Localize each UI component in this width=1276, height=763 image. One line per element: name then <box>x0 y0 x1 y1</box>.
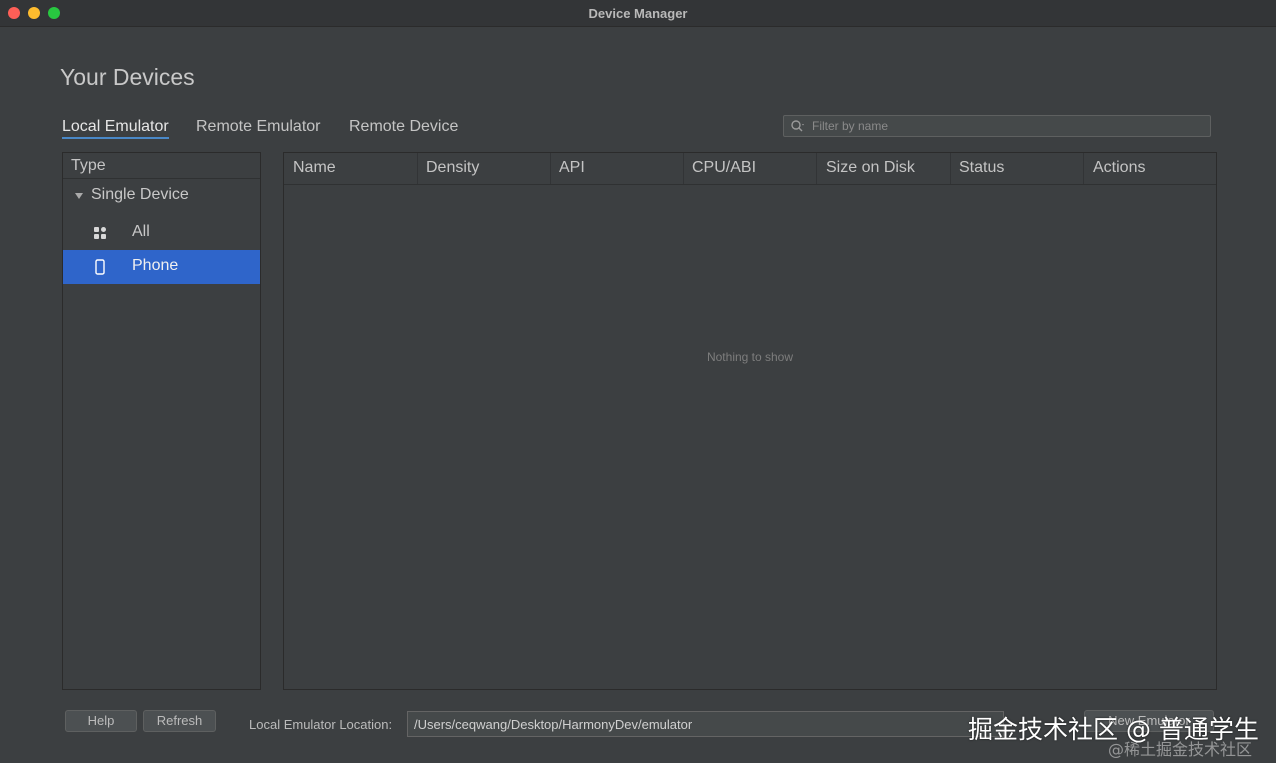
column-label: Actions <box>1093 159 1146 176</box>
column-header-density[interactable]: Density <box>417 153 551 184</box>
column-header-actions[interactable]: Actions <box>1084 153 1216 184</box>
column-header-api[interactable]: API <box>550 153 684 184</box>
tree-item-label: Phone <box>132 257 179 274</box>
filter-input[interactable] <box>812 118 1202 134</box>
empty-state-text: Nothing to show <box>706 350 794 364</box>
search-icon[interactable] <box>790 119 806 133</box>
tree-item-all[interactable]: All <box>63 216 260 250</box>
type-panel-header: Type <box>63 153 260 179</box>
type-panel: Type Single Device All Phone <box>62 152 261 690</box>
tree-item-label: All <box>132 223 150 240</box>
column-header-status[interactable]: Status <box>950 153 1084 184</box>
refresh-button[interactable]: Refresh <box>143 710 216 732</box>
title-bar: Device Manager <box>0 0 1276 27</box>
table-header: Name Density API CPU/ABI Size on Disk St… <box>284 153 1216 185</box>
column-header-size-on-disk[interactable]: Size on Disk <box>817 153 951 184</box>
help-button[interactable]: Help <box>65 710 137 732</box>
tree-item-phone[interactable]: Phone <box>63 250 260 284</box>
type-header-label: Type <box>71 157 106 174</box>
tab-remote-device[interactable]: Remote Device <box>349 118 458 136</box>
watermark-subtext: @稀土掘金技术社区 <box>1108 740 1253 759</box>
column-label: Name <box>293 159 336 176</box>
tab-local-emulator[interactable]: Local Emulator <box>62 118 169 139</box>
window-title: Device Manager <box>588 6 688 21</box>
filter-box[interactable] <box>783 115 1211 137</box>
page-title: Your Devices <box>60 64 195 90</box>
grid-icon <box>94 227 106 239</box>
column-header-cpu-abi[interactable]: CPU/ABI <box>683 153 817 184</box>
location-label: Local Emulator Location: <box>249 717 393 732</box>
devices-table: Name Density API CPU/ABI Size on Disk St… <box>283 152 1217 690</box>
tree-group-single-device[interactable]: Single Device <box>63 179 260 213</box>
emulator-location-field[interactable] <box>407 711 1004 737</box>
column-label: Size on Disk <box>826 159 915 176</box>
column-label: CPU/ABI <box>692 159 757 176</box>
expand-arrow-icon[interactable] <box>75 193 83 199</box>
column-label: Status <box>959 159 1005 176</box>
phone-icon <box>95 259 105 275</box>
column-label: API <box>559 159 585 176</box>
column-label: Density <box>426 159 480 176</box>
tree-group-label: Single Device <box>91 186 189 203</box>
tab-remote-emulator[interactable]: Remote Emulator <box>196 118 321 136</box>
column-header-name[interactable]: Name <box>284 153 418 184</box>
